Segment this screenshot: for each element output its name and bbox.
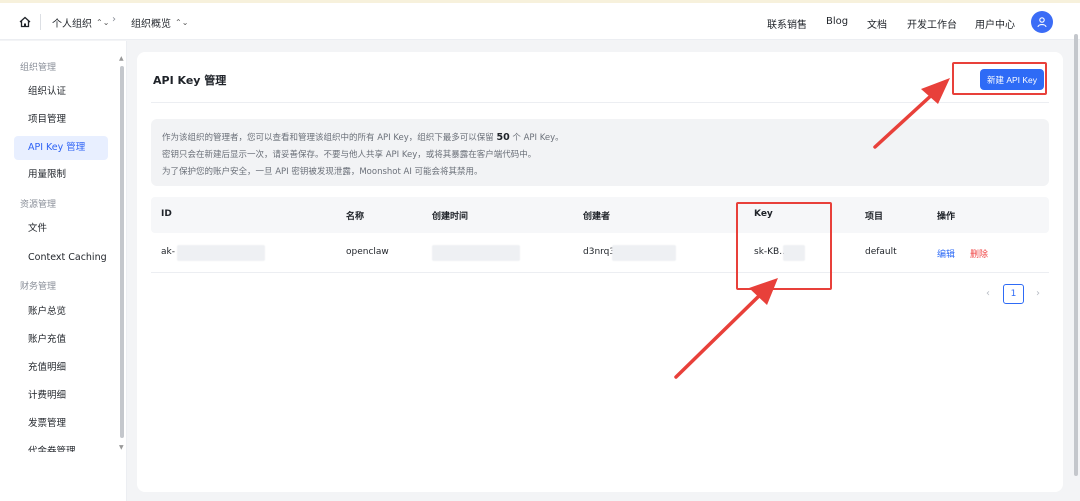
sidebar-item-vouchers[interactable]: 代金券管理 — [14, 440, 108, 452]
col-project: 项目 — [865, 212, 884, 222]
notice-line-1: 作为该组织的管理者，您可以查看和管理该组织中的所有 API Key，组织下最多可… — [162, 129, 1038, 147]
user-icon — [1037, 17, 1047, 28]
next-page-icon[interactable]: › — [1036, 288, 1040, 299]
header-separator — [40, 14, 41, 30]
redacted-key — [783, 245, 805, 261]
table-row: ak- openclaw d3nrq3 sk-KB... default 编辑 … — [151, 233, 1049, 273]
col-creator: 创建者 — [583, 212, 611, 222]
sidebar-group-finance: 财务管理 — [20, 282, 57, 292]
nav-docs[interactable]: 文档 — [867, 16, 887, 31]
sidebar-item-invoices[interactable]: 发票管理 — [14, 412, 108, 436]
notice-box: 作为该组织的管理者，您可以查看和管理该组织中的所有 API Key，组织下最多可… — [151, 119, 1049, 186]
cell-id: ak- — [161, 247, 175, 257]
breadcrumb-org-label: 个人组织 — [52, 19, 92, 30]
nav-user-center[interactable]: 用户中心 — [975, 16, 1015, 31]
sidebar-item-projects[interactable]: 项目管理 — [14, 108, 108, 132]
sidebar-item-recharge-details[interactable]: 充值明细 — [14, 356, 108, 380]
chevron-updown-icon: ⌃⌄ — [96, 18, 110, 27]
sidebar-item-context-caching[interactable]: Context Caching — [14, 246, 108, 270]
notice-line-3: 为了保护您的账户安全，一旦 API 密钥被发现泄露，Moonshot AI 可能… — [162, 167, 483, 177]
pagination: ‹ 1 › — [986, 284, 1046, 306]
new-api-key-button[interactable]: 新建 API Key — [980, 69, 1044, 90]
chevron-right-icon: › — [112, 14, 116, 25]
top-header: 个人组织 ⌃⌄ › 组织概览 ⌃⌄ 联系销售 Blog 文档 开发工作台 用户中… — [0, 3, 1080, 40]
sidebar-item-billing-details[interactable]: 计费明细 — [14, 384, 108, 408]
table-header: ID 名称 创建时间 创建者 Key 项目 操作 — [151, 197, 1049, 233]
notice-max-count: 50 — [496, 132, 510, 143]
redacted-created-at — [432, 245, 520, 261]
col-created-at: 创建时间 — [432, 212, 469, 222]
api-key-card: API Key 管理 新建 API Key 作为该组织的管理者，您可以查看和管理… — [137, 52, 1063, 492]
chevron-updown-icon: ⌃⌄ — [175, 18, 189, 27]
sidebar-item-usage-limits[interactable]: 用量限制 — [14, 163, 108, 187]
breadcrumb-page-switcher[interactable]: 组织概览 ⌃⌄ — [131, 15, 188, 30]
sidebar-item-account-overview[interactable]: 账户总览 — [14, 300, 108, 324]
avatar[interactable] — [1031, 11, 1053, 33]
redacted-id — [177, 245, 265, 261]
col-id: ID — [161, 209, 172, 219]
sidebar-item-api-keys[interactable]: API Key 管理 — [14, 136, 108, 160]
page-current[interactable]: 1 — [1003, 284, 1024, 304]
sidebar-item-files[interactable]: 文件 — [14, 217, 108, 241]
redacted-creator — [612, 245, 676, 261]
cell-project: default — [865, 247, 897, 257]
sidebar-item-recharge[interactable]: 账户充值 — [14, 328, 108, 352]
notice-line-2: 密钥只会在新建后显示一次，请妥善保存。不要与他人共享 API Key，或将其暴露… — [162, 150, 537, 160]
breadcrumb-org-switcher[interactable]: 个人组织 ⌃⌄ — [52, 15, 109, 30]
cell-creator: d3nrq3 — [583, 247, 616, 257]
col-name: 名称 — [346, 212, 365, 222]
nav-blog[interactable]: Blog — [826, 16, 848, 27]
divider — [151, 102, 1049, 103]
scroll-up-icon[interactable]: ▲ — [119, 55, 124, 62]
notice-line-1-text: 作为该组织的管理者，您可以查看和管理该组织中的所有 API Key，组织下最多可… — [162, 133, 494, 143]
scroll-down-icon[interactable]: ▼ — [119, 444, 124, 451]
sidebar-item-org-verify[interactable]: 组织认证 — [14, 80, 108, 104]
sidebar-group-resources: 资源管理 — [20, 200, 57, 210]
delete-link[interactable]: 删除 — [970, 247, 988, 260]
home-icon[interactable] — [18, 15, 32, 29]
breadcrumb-page-label: 组织概览 — [131, 19, 171, 30]
page-title: API Key 管理 — [153, 74, 227, 87]
sidebar-group-org: 组织管理 — [20, 63, 57, 73]
col-key: Key — [754, 209, 773, 219]
notice-line-1-suffix: 个 API Key。 — [512, 133, 564, 143]
col-actions: 操作 — [937, 212, 956, 222]
nav-dev-console[interactable]: 开发工作台 — [907, 16, 957, 31]
cell-name: openclaw — [346, 247, 389, 257]
nav-contact-sales[interactable]: 联系销售 — [767, 16, 807, 31]
prev-page-icon[interactable]: ‹ — [986, 288, 990, 299]
main-scrollbar[interactable] — [1074, 34, 1078, 476]
sidebar: 组织管理 组织认证 项目管理 API Key 管理 用量限制 资源管理 文件 C… — [0, 41, 127, 501]
sidebar-scrollbar[interactable] — [120, 66, 124, 438]
edit-link[interactable]: 编辑 — [937, 247, 955, 260]
